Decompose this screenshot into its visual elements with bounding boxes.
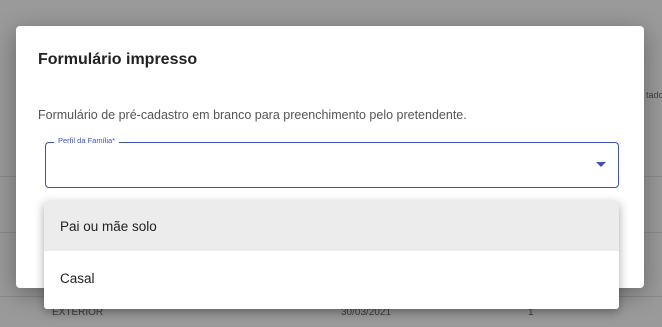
option-label: Pai ou mãe solo xyxy=(60,218,157,234)
family-profile-select[interactable]: Perfil da Família* xyxy=(45,136,619,188)
option-single-parent[interactable]: Pai ou mãe solo xyxy=(44,201,619,251)
background-column-header: tado xyxy=(646,90,662,100)
dialog-title: Formulário impresso xyxy=(38,51,198,68)
option-couple[interactable]: Casal xyxy=(44,253,619,303)
dialog-description: Formulário de pré-cadastro em branco par… xyxy=(38,108,467,122)
chevron-down-icon[interactable] xyxy=(596,162,606,167)
family-profile-label: Perfil da Família* xyxy=(54,136,120,145)
option-label: Casal xyxy=(60,270,95,286)
family-profile-options-menu: Pai ou mãe solo Casal xyxy=(44,201,619,309)
